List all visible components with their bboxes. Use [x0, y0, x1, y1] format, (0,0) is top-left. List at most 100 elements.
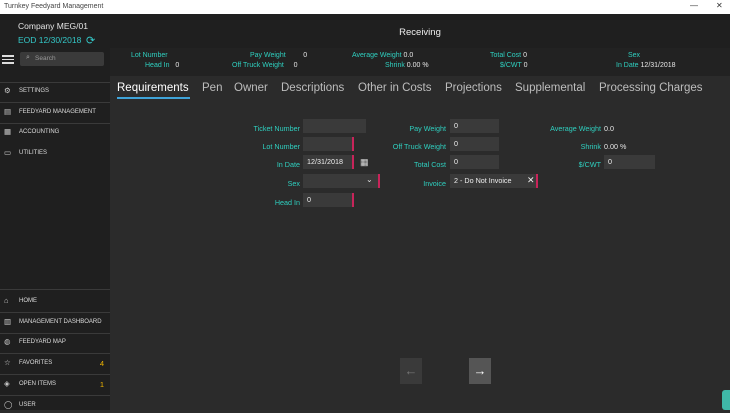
summary-lot-number-label: Lot Number	[131, 52, 168, 59]
sidebar-item-settings[interactable]: ⚙ SETTINGS	[0, 85, 110, 99]
sidebar-item-label: HOME	[19, 298, 37, 304]
sidebar-item-label: FEEDYARD MANAGEMENT	[19, 109, 96, 115]
layers-icon: ◈	[4, 379, 10, 388]
sidebar-item-utilities[interactable]: ▭ UTILITIES	[0, 147, 110, 161]
gear-icon: ⚙	[4, 86, 11, 95]
head-in-label: Head In	[274, 198, 300, 207]
sidebar-item-label: USER	[19, 402, 36, 408]
summary-avg-weight-label: Average Weight	[352, 52, 402, 59]
window-titlebar: Turnkey Feedyard Management — ✕	[0, 0, 730, 14]
summary-head-in-label: Head In	[145, 62, 170, 69]
sidebar-item-open-items[interactable]: ◈ OPEN ITEMS 1	[0, 378, 110, 392]
summary-avg-weight-value: 0.0	[403, 52, 414, 59]
sidebar-item-label: FEEDYARD MAP	[19, 339, 66, 345]
tab-projections[interactable]: Projections	[445, 82, 502, 94]
summary-off-truck-value: 0	[293, 62, 298, 69]
summary-cwt-label: $/CWT	[500, 62, 522, 69]
summary-pay-weight-label: Pay Weight	[250, 52, 286, 59]
pay-weight-field[interactable]: 0	[450, 119, 499, 133]
summary-total-cost: Total Cost 0	[490, 52, 527, 59]
sidebar-item-label: SETTINGS	[19, 88, 50, 94]
lot-number-label: Lot Number	[262, 142, 300, 151]
lot-number-field[interactable]	[303, 137, 354, 151]
divider	[0, 333, 110, 334]
star-icon: ☆	[4, 358, 11, 367]
invoice-select[interactable]: 2 - Do Not Invoice	[450, 174, 538, 188]
divider	[0, 374, 110, 375]
user-icon: ◯	[4, 400, 13, 409]
summary-shrink: Shrink 0.00 %	[385, 62, 429, 69]
divider	[0, 102, 110, 103]
page-title: Receiving	[399, 27, 441, 38]
next-button[interactable]: →	[469, 358, 491, 384]
sidebar-item-label: ACCOUNTING	[19, 129, 60, 135]
calendar-icon[interactable]: ▦	[360, 157, 371, 168]
dashboard-icon: ▥	[4, 317, 12, 326]
globe-icon: ◍	[4, 337, 11, 346]
tab-owner[interactable]: Owner	[234, 82, 268, 94]
shrink-label: Shrink	[580, 142, 601, 151]
summary-total-cost-value: 0	[523, 52, 527, 59]
summary-shrink-value: 0.00 %	[406, 62, 429, 69]
sidebar-item-user[interactable]: ◯ USER	[0, 399, 110, 413]
summary-head-in-value: 0	[175, 62, 180, 69]
divider	[0, 395, 110, 396]
tab-supplemental[interactable]: Supplemental	[515, 82, 585, 94]
company-name: Company MEG/01	[18, 21, 88, 31]
refresh-icon[interactable]: ⟳	[86, 34, 95, 47]
chevron-down-icon[interactable]: ⌄	[366, 175, 373, 184]
in-date-label: In Date	[276, 160, 300, 169]
open-items-count-badge: 1	[99, 380, 104, 389]
eod-date: EOD 12/30/2018	[18, 35, 82, 45]
tab-requirements[interactable]: Requirements	[117, 82, 189, 94]
sex-label: Sex	[287, 179, 300, 188]
average-weight-label: Average Weight	[550, 124, 601, 133]
search-input[interactable]: ⌕ Search	[20, 52, 104, 66]
favorites-count-badge: 4	[99, 359, 104, 368]
tab-processing-charges[interactable]: Processing Charges	[599, 82, 703, 94]
monitor-icon: ▭	[4, 148, 12, 157]
previous-button[interactable]: ←	[400, 358, 422, 384]
hamburger-menu-icon[interactable]	[2, 55, 14, 64]
tab-other-in-costs[interactable]: Other in Costs	[358, 82, 432, 94]
search-placeholder: Search	[35, 55, 56, 62]
clear-icon[interactable]: ✕	[527, 175, 535, 186]
divider	[0, 353, 110, 354]
summary-in-date-value: 12/31/2018	[640, 62, 676, 69]
invoice-label: Invoice	[423, 179, 446, 188]
sidebar-item-management-dashboard[interactable]: ▥ MANAGEMENT DASHBOARD	[0, 316, 110, 330]
average-weight-value: 0.0	[604, 124, 614, 133]
summary-shrink-label: Shrink	[385, 62, 405, 69]
tab-descriptions[interactable]: Descriptions	[281, 82, 344, 94]
sidebar-item-label: FAVORITES	[19, 360, 53, 366]
minimize-button[interactable]: —	[690, 1, 698, 10]
tab-pen[interactable]: Pen	[202, 82, 222, 94]
head-in-field[interactable]: 0	[303, 193, 354, 207]
sidebar-item-accounting[interactable]: ▦ ACCOUNTING	[0, 126, 110, 140]
divider	[0, 289, 110, 290]
side-panel-handle[interactable]	[722, 390, 730, 410]
summary-off-truck-weight: Off Truck Weight 0	[232, 62, 298, 69]
summary-pay-weight: Pay Weight 0	[250, 52, 307, 59]
sidebar-item-feedyard-map[interactable]: ◍ FEEDYARD MAP	[0, 336, 110, 350]
cwt-label: $/CWT	[578, 160, 601, 169]
summary-sex-label: Sex	[628, 52, 641, 59]
close-button[interactable]: ✕	[716, 1, 723, 10]
sidebar-item-favorites[interactable]: ☆ FAVORITES 4	[0, 357, 110, 371]
sidebar-item-feedyard-management[interactable]: ▤ FEEDYARD MANAGEMENT	[0, 106, 110, 120]
summary-pay-weight-value: 0	[303, 52, 308, 59]
total-cost-field[interactable]: 0	[450, 155, 499, 169]
off-truck-weight-field[interactable]: 0	[450, 137, 499, 151]
page-header: Receiving	[110, 14, 730, 48]
divider	[0, 82, 110, 83]
summary-in-date: In Date 12/31/2018	[616, 62, 676, 69]
cwt-field[interactable]: 0	[604, 155, 655, 169]
summary-in-date-label: In Date	[616, 62, 639, 69]
summary-cwt-value: 0	[523, 62, 528, 69]
in-date-field[interactable]: 12/31/2018	[303, 155, 354, 169]
home-icon: ⌂	[4, 296, 9, 305]
sidebar-item-home[interactable]: ⌂ HOME	[0, 295, 110, 309]
sidebar: Company MEG/01 EOD 12/30/2018 ⟳ ⌕ Search…	[0, 14, 110, 410]
search-icon: ⌕	[26, 54, 30, 61]
ticket-number-field[interactable]	[303, 119, 366, 133]
